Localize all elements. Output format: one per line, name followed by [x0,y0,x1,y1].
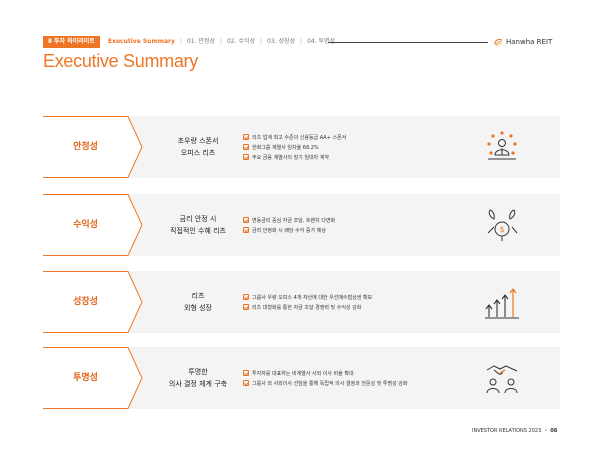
check-icon [243,154,249,160]
check-icon [243,380,249,386]
breadcrumb: Executive Summary | 01. 안정성 | 02. 수익성 | … [108,36,335,48]
header-rule [328,42,488,43]
summary-row-transparency: 투명성 투명한 의사 결정 체계 구축 투자자를 대표하는 비계열사 사외 이사… [43,347,560,409]
bullet-item: 투자자를 대표하는 비계열사 사외 이사 비율 확대 [243,370,473,377]
page-title: Executive Summary [43,51,198,71]
bullet-list: 그룹사 우량 오피스 4개 자산에 대한 우선매수협상권 확보 리츠 대형화를 … [243,271,473,333]
breadcrumb-item-profitability[interactable]: 02. 수익성 [227,36,255,48]
bullet-item: 금리 안정화 시 배당 수익 증가 예상 [243,227,473,234]
footer-label: INVESTOR RELATIONS 2023 [472,428,542,434]
row-subject: 금리 안정 시 직접적인 수혜 리츠 [170,215,226,235]
page: Ⅱ 투자 하이라이트 Executive Summary | 01. 안정성 |… [0,0,600,449]
bullet-list: 투자자를 대표하는 비계열사 사외 이사 비율 확대 그룹사 외 사외이사 선임… [243,347,473,409]
bullet-list: 변동금리 중심 자금 조달, 트랜치 다변화 금리 안정화 시 배당 수익 증가… [243,194,473,256]
row-subject: 초우량 스폰서 오피스 리츠 [177,137,219,157]
breadcrumb-item-growth[interactable]: 03. 성장성 [267,36,295,48]
bullet-item: 주요 금융 계열사의 장기 임대차 계약 [243,154,473,161]
check-icon [243,144,249,150]
check-icon [243,134,249,140]
check-icon [243,304,249,310]
check-icon [243,370,249,376]
svg-text:$: $ [499,225,504,234]
summary-row-profitability: 수익성 금리 안정 시 직접적인 수혜 리츠 변동금리 중심 자금 조달, 트랜… [43,194,560,256]
category-label: 성장성 [73,297,98,307]
row-subject: 리츠 외형 성장 [184,292,212,312]
row-subject: 투명한 의사 결정 체계 구축 [168,368,228,388]
bullet-item: 한화그룹 계열사 임차율 68.2% [243,144,473,151]
section-tag: Ⅱ 투자 하이라이트 [43,36,100,48]
breadcrumb-item-stability[interactable]: 01. 안정성 [187,36,215,48]
bullet-item: 변동금리 중심 자금 조달, 트랜치 다변화 [243,217,473,224]
hanwha-logo-icon [494,38,503,46]
page-number: 08 [550,428,558,434]
brand-logo: Hanwha REIT [493,36,552,48]
page-footer: INVESTOR RELATIONS 2023 • 08 [472,428,558,434]
check-icon [243,294,249,300]
bullet-item: 그룹사 우량 오피스 4개 자산에 대한 우선매수협상권 확보 [243,294,473,301]
check-icon [243,227,249,233]
bullet-item: 리츠 업계 최고 수준의 신용등급 AA+ 스폰서 [243,134,473,141]
bullet-item: 그룹사 외 사외이사 선임을 통해 독립적 의사 결정과 전문성 및 투명성 강… [243,380,473,387]
bullet-list: 리츠 업계 최고 수준의 신용등급 AA+ 스폰서 한화그룹 계열사 임차율 6… [243,116,473,178]
money-growth-icon: $ [487,209,518,241]
check-icon [243,217,249,223]
people-network-icon [487,131,517,160]
summary-row-growth: 성장성 리츠 외형 성장 그룹사 우량 오피스 4개 자산에 대한 우선매수협상… [43,271,560,333]
brand-name: Hanwha REIT [506,38,553,46]
category-label: 안정성 [73,142,98,152]
handshake-icon [486,365,518,394]
category-label: 수익성 [73,220,98,230]
growth-arrows-icon [485,288,519,319]
category-label: 투명성 [73,373,98,383]
summary-row-stability: 안정성 초우량 스폰서 오피스 리츠 리츠 업계 최고 수준의 신용등급 AA+… [43,116,560,178]
bullet-item: 리츠 대형화를 통한 자금 조달 경쟁력 및 수익성 강화 [243,304,473,311]
breadcrumb-item-executive-summary[interactable]: Executive Summary [108,36,175,48]
